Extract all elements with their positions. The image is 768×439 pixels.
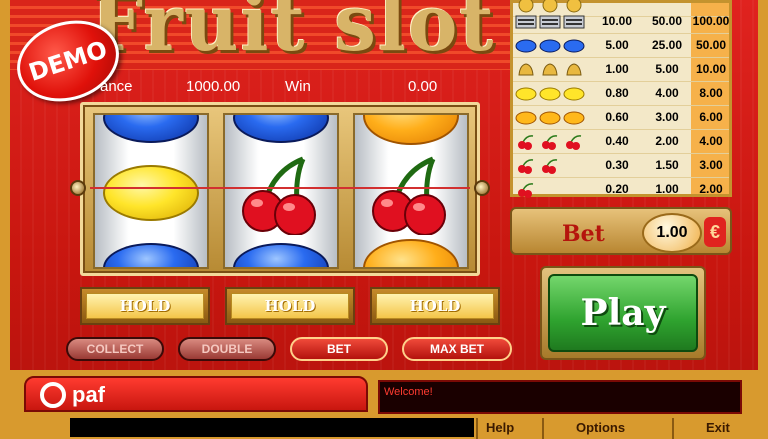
- payout-value: 6.00: [699, 110, 723, 124]
- reel-1: [93, 113, 209, 269]
- cherry-icon: [515, 132, 589, 152]
- bet-value: 1.00: [642, 213, 702, 253]
- payout-value: 50.00: [695, 38, 727, 52]
- bet-button[interactable]: BET: [290, 337, 388, 361]
- payout-value: 1.50: [655, 158, 679, 172]
- payout-value: 0.20: [605, 182, 629, 196]
- currency-button[interactable]: €: [704, 217, 726, 247]
- brand-panel: paf: [24, 376, 368, 412]
- paytable: 10.00 50.00 100.00 5.00 25.00 50.00 1.00…: [510, 0, 732, 198]
- payout-value: 5.00: [605, 38, 629, 52]
- payout-value: 2.00: [655, 134, 679, 148]
- footer-nav: Help Options Exit: [476, 418, 758, 439]
- hold-label: HOLD: [231, 293, 349, 319]
- balance-value: 1000.00: [186, 78, 241, 95]
- payout-value: 100.00: [692, 14, 730, 28]
- hold-button-1[interactable]: HOLD: [80, 287, 210, 325]
- win-value: 0.00: [408, 78, 438, 95]
- payout-value: 25.00: [651, 38, 683, 52]
- reel-3: [353, 113, 469, 269]
- hold-button-2[interactable]: HOLD: [225, 287, 355, 325]
- paf-logo: paf: [40, 382, 105, 408]
- lemon-icon: [103, 165, 199, 221]
- blueberry-icon: [515, 36, 589, 56]
- balance-row: ance 1000.00 Win 0.00: [100, 78, 500, 100]
- blueberry-icon: [103, 115, 199, 143]
- paytable-row: 1.00 5.00 10.00: [513, 59, 729, 82]
- bar-icon: [515, 12, 589, 32]
- payout-value: 0.80: [605, 86, 629, 100]
- paytable-row: 0.20 1.00 2.00: [513, 179, 729, 202]
- payout-value: 0.60: [605, 110, 629, 124]
- paytable-row: 0.40 2.00 4.00: [513, 131, 729, 154]
- payline: [90, 187, 470, 189]
- paytable-row: 0.60 3.00 6.00: [513, 107, 729, 130]
- hold-label: HOLD: [86, 293, 204, 319]
- play-button[interactable]: Play: [540, 266, 706, 360]
- payout-value: 2.00: [699, 182, 723, 196]
- payout-value: 0.30: [605, 158, 629, 172]
- cherry-icon: [515, 180, 589, 200]
- paf-logo-icon: [40, 382, 66, 408]
- cherry-icon: [242, 156, 316, 235]
- nav-divider: [672, 418, 674, 439]
- bell-icon: [515, 60, 589, 80]
- orange-icon: [515, 108, 589, 128]
- blueberry-icon: [103, 243, 199, 267]
- win-label: Win: [285, 78, 311, 95]
- payout-value: 0.40: [605, 134, 629, 148]
- lemon-icon: [515, 84, 589, 104]
- payout-value: 1.00: [605, 62, 629, 76]
- payout-value: 8.00: [699, 86, 723, 100]
- message-text: Welcome!: [384, 386, 433, 398]
- payout-value: 4.00: [655, 86, 679, 100]
- nav-divider: [476, 418, 478, 439]
- paytable-row: 10.00 50.00 100.00: [513, 11, 729, 34]
- reel-window: [80, 102, 480, 276]
- status-strip: [70, 418, 474, 437]
- payline-marker: [474, 180, 490, 196]
- payout-value: 50.00: [651, 14, 683, 28]
- reel-2: [223, 113, 339, 269]
- payout-value: 3.00: [699, 158, 723, 172]
- orange-icon: [363, 239, 459, 267]
- hold-button-3[interactable]: HOLD: [370, 287, 500, 325]
- collect-button[interactable]: COLLECT: [66, 337, 164, 361]
- max-bet-button[interactable]: MAX BET: [402, 337, 512, 361]
- blueberry-icon: [233, 243, 329, 267]
- exit-button[interactable]: Exit: [706, 420, 730, 438]
- help-button[interactable]: Help: [486, 420, 514, 438]
- brand-name: paf: [72, 382, 105, 407]
- paytable-row: 5.00 25.00 50.00: [513, 35, 729, 58]
- hold-label: HOLD: [376, 293, 494, 319]
- payout-value: 10.00: [695, 62, 727, 76]
- payout-value: 1.00: [655, 182, 679, 196]
- payout-value: 10.00: [601, 14, 633, 28]
- play-label: Play: [548, 274, 698, 352]
- nav-divider: [542, 418, 544, 439]
- payout-value: 4.00: [699, 134, 723, 148]
- cherry-icon: [372, 156, 446, 235]
- bet-label: Bet: [562, 221, 605, 247]
- cherry-icon: [515, 156, 589, 176]
- payout-value: 3.00: [655, 110, 679, 124]
- game-title: Fruit slot: [90, 0, 496, 69]
- bet-panel: Bet 1.00 €: [510, 207, 732, 255]
- payout-value: 5.00: [655, 62, 679, 76]
- paytable-row: 0.30 1.50 3.00: [513, 155, 729, 178]
- payline-marker: [70, 180, 86, 196]
- balance-label: ance: [100, 78, 133, 95]
- blueberry-icon: [233, 115, 329, 143]
- message-box: Welcome!: [378, 380, 742, 414]
- double-button[interactable]: DOUBLE: [178, 337, 276, 361]
- paytable-row: 0.80 4.00 8.00: [513, 83, 729, 106]
- options-button[interactable]: Options: [576, 420, 625, 438]
- orange-icon: [363, 115, 459, 145]
